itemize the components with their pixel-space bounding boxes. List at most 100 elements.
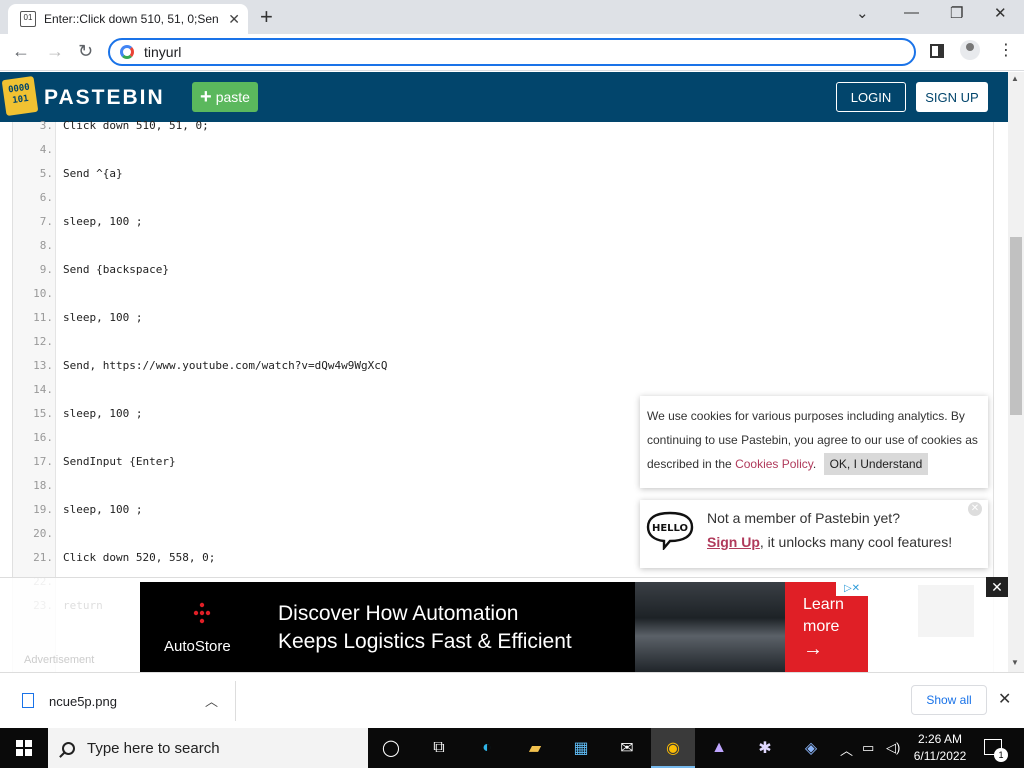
code-text: SendInput {Enter} (63, 455, 176, 468)
page-scrollbar[interactable]: ▲ ▼ (1008, 72, 1024, 672)
pastebin-logo-icon[interactable]: 0000 101 (1, 75, 39, 117)
back-icon[interactable]: ← (12, 41, 30, 62)
store-icon[interactable]: ▦ (568, 736, 594, 760)
code-line: 4. (13, 138, 993, 162)
ad-close-button[interactable]: ✕ (986, 577, 1008, 597)
line-number: 15. (33, 407, 53, 420)
restore-icon[interactable]: ❐ (950, 4, 963, 22)
code-text: sleep, 100 ; (63, 311, 143, 324)
browser-tab-strip: 01 Enter::Click down 510, 51, 0;Send ✕ +… (0, 0, 1024, 34)
scroll-thumb[interactable] (1010, 237, 1022, 415)
code-line: 12. (13, 330, 993, 354)
line-number: 16. (33, 431, 53, 444)
new-tab-icon[interactable]: + (260, 6, 273, 28)
image-file-icon (22, 693, 34, 708)
promo-signup-link[interactable]: Sign Up (707, 534, 760, 550)
side-panel-icon[interactable] (930, 44, 944, 58)
line-number: 6. (39, 191, 53, 204)
code-text: sleep, 100 ; (63, 407, 143, 420)
code-line: 3. Click down 510, 51, 0; (13, 114, 993, 138)
tab-search-chevron-icon[interactable]: ⌄ (856, 4, 869, 22)
cookies-policy-link[interactable]: Cookies Policy (735, 457, 813, 471)
code-line: 9. Send {backspace} (13, 258, 993, 282)
taskbar-clock[interactable]: 2:26 AM 6/11/2022 (910, 731, 970, 765)
promo-line2-rest: , it unlocks many cool features! (759, 534, 953, 550)
download-bar-close-icon[interactable]: ✕ (998, 689, 1011, 709)
profile-avatar-icon[interactable] (960, 40, 980, 60)
omnibox-text: tinyurl (144, 44, 182, 60)
promo-close-icon[interactable]: ✕ (968, 502, 982, 516)
code-line: 11. sleep, 100 ; (13, 306, 993, 330)
adchoices-icon[interactable]: ▷✕ (836, 582, 868, 596)
cookie-notice: We use cookies for various purposes incl… (640, 396, 988, 488)
app-diamond-icon[interactable]: ◈ (798, 736, 824, 760)
code-line: 13. Send, https://www.youtube.com/watch?v… (13, 354, 993, 378)
advertisement-label: Advertisement (24, 654, 95, 666)
line-number: 19. (33, 503, 53, 516)
scroll-to-top-button[interactable] (918, 585, 974, 637)
ad-headline-1: Discover How Automation (278, 602, 519, 625)
browser-tab[interactable]: 01 Enter::Click down 510, 51, 0;Send ✕ (8, 4, 248, 34)
code-line: 5. Send ^{a} (13, 162, 993, 186)
search-icon (62, 741, 75, 755)
download-filename: ncue5p.png (49, 694, 117, 709)
code-text: Send {backspace} (63, 263, 169, 276)
code-line: 8. (13, 234, 993, 258)
windows-start-icon[interactable] (16, 740, 32, 756)
tray-chevron-icon[interactable]: ︿ (840, 740, 853, 759)
autostore-ad[interactable]: AutoStore Discover How Automation Keeps … (140, 582, 868, 672)
pastebin-brand[interactable]: PASTEBIN (44, 86, 165, 110)
signup-button[interactable]: SIGN UP (916, 82, 988, 112)
windows-taskbar: Type here to search ◯ ⧉ ◐ ▰ ▦ ✉ ◉ ▲ ✱ ◈ … (0, 728, 1024, 768)
new-paste-button[interactable]: + paste (192, 82, 258, 112)
code-text: Send, https://www.youtube.com/watch?v=dQ… (63, 359, 388, 372)
app-w-icon[interactable]: ▲ (706, 736, 732, 760)
notification-count-badge: 1 (994, 748, 1008, 762)
forward-icon[interactable]: → (46, 41, 64, 62)
task-view-icon[interactable]: ⧉ (426, 736, 452, 760)
code-line: 10. (13, 282, 993, 306)
code-text: Send ^{a} (63, 167, 123, 180)
cortana-icon[interactable]: ◯ (378, 736, 404, 760)
ad-cta-line1: Learn (803, 596, 844, 613)
taskbar-search-box[interactable]: Type here to search (48, 728, 368, 768)
show-all-downloads-button[interactable]: Show all (911, 685, 987, 715)
address-toolbar: ← → ↻ tinyurl ⋮ (0, 34, 1024, 71)
google-icon (120, 45, 134, 59)
autostore-logo-icon (193, 602, 211, 624)
code-text: Click down 520, 558, 0; (63, 551, 216, 564)
taskbar-search-placeholder: Type here to search (87, 739, 220, 757)
login-button[interactable]: LOGIN (836, 82, 906, 112)
cookie-accept-button[interactable]: OK, I Understand (823, 453, 929, 475)
promo-line2: Sign Up, it unlocks many cool features! (707, 534, 952, 550)
minimize-icon[interactable]: — (904, 4, 919, 21)
omnibox-input[interactable]: tinyurl (108, 38, 916, 66)
line-number: 5. (39, 167, 53, 180)
browser-menu-icon[interactable]: ⋮ (998, 40, 1014, 60)
file-explorer-icon[interactable]: ▰ (522, 736, 548, 760)
tab-close-icon[interactable]: ✕ (228, 11, 240, 28)
mail-icon[interactable]: ✉ (614, 736, 640, 760)
scroll-up-icon[interactable]: ▲ (1011, 74, 1019, 83)
scroll-down-icon[interactable]: ▼ (1011, 658, 1019, 667)
line-number: 21. (33, 551, 53, 564)
volume-icon[interactable]: ◁) (886, 740, 900, 756)
download-bar: ncue5p.png ︿ Show all ✕ (0, 672, 1024, 728)
reload-icon[interactable]: ↻ (78, 41, 93, 62)
svg-text:HELLO: HELLO (652, 523, 688, 534)
edge-icon[interactable]: ◐ (474, 736, 500, 760)
code-line: 6. (13, 186, 993, 210)
app-monster-icon[interactable]: ✱ (752, 736, 778, 760)
chevron-up-icon[interactable]: ︿ (205, 691, 218, 710)
download-item[interactable]: ncue5p.png ︿ (0, 681, 236, 721)
line-number: 20. (33, 527, 53, 540)
window-close-icon[interactable]: ✕ (994, 4, 1007, 22)
line-number: 8. (39, 239, 53, 252)
ad-headline-2: Keeps Logistics Fast & Efficient (278, 630, 572, 653)
line-number: 18. (33, 479, 53, 492)
pastebin-favicon-icon: 01 (20, 11, 36, 27)
network-icon[interactable]: ▭ (862, 740, 874, 756)
plus-icon: + (200, 85, 212, 108)
line-number: 11. (33, 311, 53, 324)
chrome-icon[interactable]: ◉ (660, 736, 686, 760)
